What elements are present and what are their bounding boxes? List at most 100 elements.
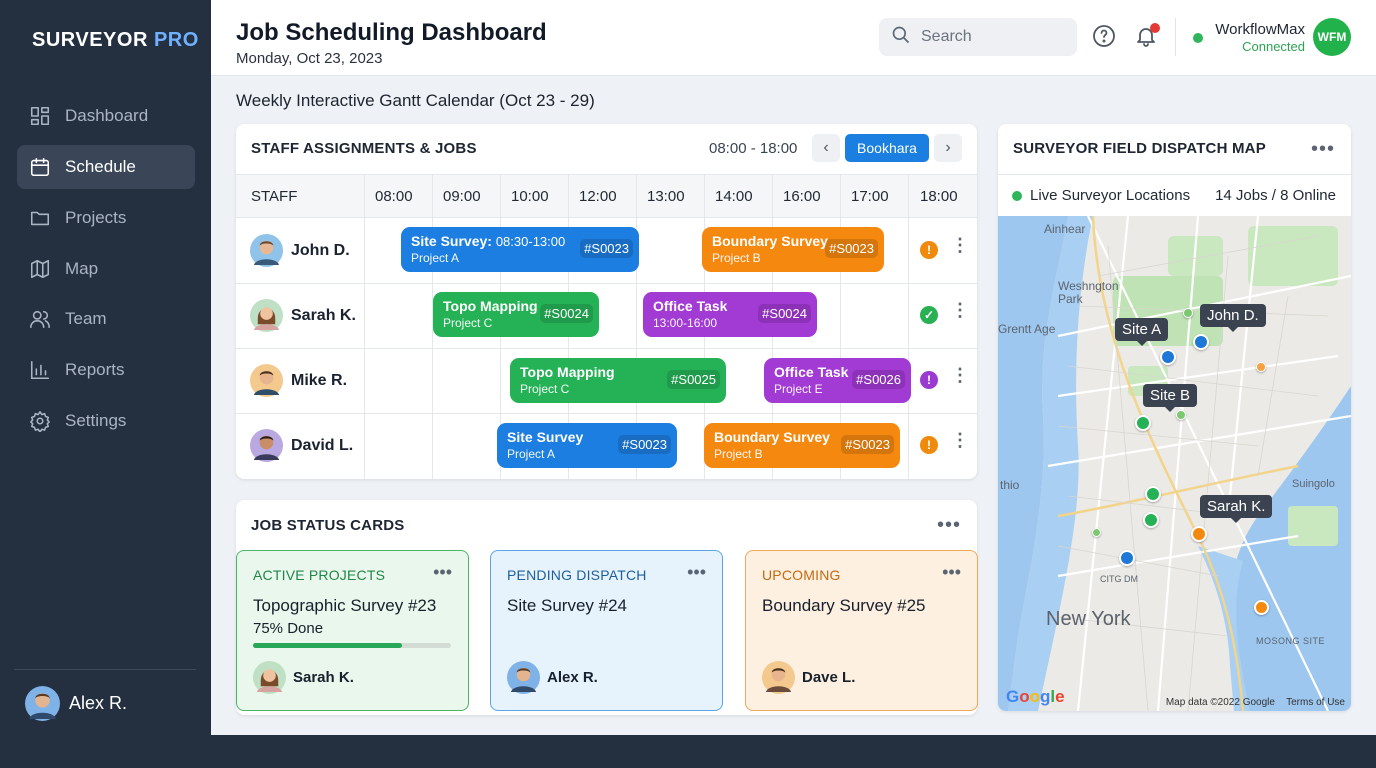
prev-button[interactable]: ‹ — [812, 134, 840, 162]
row-menu-button[interactable]: ⋮ — [951, 366, 969, 384]
map-place-label: Weshngton Park — [1058, 279, 1119, 306]
check-icon[interactable]: ✓ — [920, 306, 938, 324]
job-bar[interactable]: Site Survey: 08:30-13:00 Project A #S002… — [401, 227, 639, 272]
job-code: #S0024 — [758, 304, 811, 323]
next-button[interactable]: › — [934, 134, 962, 162]
avatar — [507, 661, 540, 694]
job-bar[interactable]: Topo Mapping Project C #S0024 — [433, 292, 599, 337]
location-pin[interactable] — [1254, 600, 1269, 615]
row-menu-button[interactable]: ⋮ — [951, 431, 969, 449]
time-column-header: 16:00 — [783, 188, 821, 205]
map-legend: Live Surveyor Locations 14 Jobs / 8 Onli… — [998, 174, 1351, 216]
avatar — [253, 661, 286, 694]
warning-icon[interactable]: ! — [920, 436, 938, 454]
sidebar-item-settings[interactable]: Settings — [17, 399, 195, 443]
avatar — [250, 364, 283, 397]
time-column-header: 17:00 — [851, 188, 889, 205]
pin-label-site-a[interactable]: Site A — [1115, 318, 1169, 346]
job-code: #S0023 — [580, 239, 633, 258]
pin-label-site-b[interactable]: Site B — [1143, 384, 1198, 412]
more-icon[interactable]: ••• — [1311, 139, 1335, 159]
more-icon[interactable]: ••• — [433, 563, 452, 581]
staff-david[interactable]: David L. — [250, 429, 353, 462]
sidebar: SURVEYOR PRO Dashboard Schedule Projects… — [0, 0, 211, 768]
current-user[interactable]: Alex R. — [25, 686, 127, 721]
terms-link[interactable]: Terms of Use — [1286, 697, 1345, 708]
staff-name: David L. — [291, 436, 354, 454]
job-code: #S0023 — [825, 239, 878, 258]
dashboard-icon — [28, 104, 52, 128]
job-status-title: JOB STATUS CARDS — [251, 517, 405, 534]
location-pin[interactable] — [1191, 526, 1207, 542]
more-icon[interactable]: ••• — [942, 563, 961, 581]
integration-badge[interactable]: WFM — [1313, 18, 1351, 56]
map-data-credit: Map data ©2022 Google — [1165, 697, 1275, 708]
map-title: SURVEYOR FIELD DISPATCH MAP — [1013, 140, 1266, 157]
location-pin[interactable] — [1145, 486, 1161, 502]
location-pin[interactable] — [1143, 512, 1159, 528]
location-pin[interactable] — [1256, 362, 1266, 372]
top-bar: Job Scheduling Dashboard Monday, Oct 23,… — [211, 0, 1376, 76]
location-pin[interactable] — [1135, 415, 1151, 431]
search-input[interactable] — [921, 28, 1071, 46]
warning-icon[interactable]: ! — [920, 241, 938, 259]
search-box[interactable] — [879, 18, 1077, 56]
sidebar-item-map[interactable]: Map — [17, 247, 195, 291]
pin-label-john[interactable]: John D. — [1200, 304, 1266, 332]
staff-sarah[interactable]: Sarah K. — [250, 299, 356, 332]
grid-line — [908, 174, 909, 479]
page-title: Job Scheduling Dashboard — [236, 19, 547, 46]
status-card-active[interactable]: ACTIVE PROJECTS ••• Topographic Survey #… — [236, 550, 469, 711]
job-bar[interactable]: Office Task Project E #S0026 — [764, 358, 911, 403]
job-bar[interactable]: Topo Mapping Project C #S0025 — [510, 358, 726, 403]
job-code: #S0023 — [841, 435, 894, 454]
staff-mike[interactable]: Mike R. — [250, 364, 347, 397]
status-card-job: Boundary Survey #25 — [762, 596, 926, 615]
status-card-pending[interactable]: PENDING DISPATCH ••• Site Survey #24 Ale… — [490, 550, 723, 711]
gear-icon — [28, 409, 52, 433]
sidebar-item-team[interactable]: Team — [17, 297, 195, 341]
sidebar-item-label: Map — [65, 259, 99, 278]
staff-john[interactable]: John D. — [250, 234, 350, 267]
location-pin[interactable] — [1176, 410, 1186, 420]
sidebar-item-projects[interactable]: Projects — [17, 196, 195, 240]
section-subtitle: Weekly Interactive Gantt Calendar (Oct 2… — [236, 91, 595, 110]
location-pin[interactable] — [1183, 308, 1193, 318]
map-place-label: MOSONG SITE — [1256, 636, 1326, 646]
location-pin[interactable] — [1119, 550, 1135, 566]
job-code: #S0024 — [540, 304, 593, 323]
sidebar-item-schedule[interactable]: Schedule — [17, 145, 195, 189]
sidebar-item-dashboard[interactable]: Dashboard — [17, 94, 195, 138]
job-bar[interactable]: Boundary Survey Project B #S0023 — [702, 227, 884, 272]
row-divider — [236, 413, 977, 414]
map-view[interactable]: Ainhear Weshngton Park Grentt Age thio S… — [998, 216, 1351, 711]
help-icon[interactable] — [1092, 24, 1118, 50]
status-card-upcoming[interactable]: UPCOMING ••• Boundary Survey #25 Dave L. — [745, 550, 978, 711]
location-pin[interactable] — [1092, 528, 1101, 537]
sidebar-item-reports[interactable]: Reports — [17, 348, 195, 392]
job-bar[interactable]: Office Task 13:00-16:00 #S0024 — [643, 292, 817, 337]
alert-icon[interactable]: ! — [920, 371, 938, 389]
job-code: #S0026 — [852, 370, 905, 389]
location-button[interactable]: Bookhara — [845, 134, 929, 162]
row-menu-button[interactable]: ⋮ — [951, 236, 969, 254]
connection-status-dot — [1193, 33, 1203, 43]
time-column-header: 10:00 — [511, 188, 549, 205]
progress-fill — [253, 643, 402, 648]
job-bar[interactable]: Boundary Survey Project B #S0023 — [704, 423, 900, 468]
more-icon[interactable]: ••• — [937, 515, 961, 535]
job-code: #S0025 — [667, 370, 720, 389]
bell-icon[interactable] — [1134, 23, 1160, 50]
staff-name: John D. — [291, 241, 350, 259]
job-bar[interactable]: Site Survey Project A #S0023 — [497, 423, 677, 468]
pin-label-sarah[interactable]: Sarah K. — [1200, 495, 1273, 523]
row-menu-button[interactable]: ⋮ — [951, 301, 969, 319]
location-pin[interactable] — [1193, 334, 1209, 350]
sidebar-item-label: Dashboard — [65, 106, 149, 125]
sidebar-item-label: Team — [65, 309, 107, 328]
avatar — [25, 686, 60, 721]
more-icon[interactable]: ••• — [687, 563, 706, 581]
job-code: #S0023 — [618, 435, 671, 454]
location-pin[interactable] — [1160, 349, 1176, 365]
brand-logo[interactable]: SURVEYOR PRO — [32, 29, 199, 52]
